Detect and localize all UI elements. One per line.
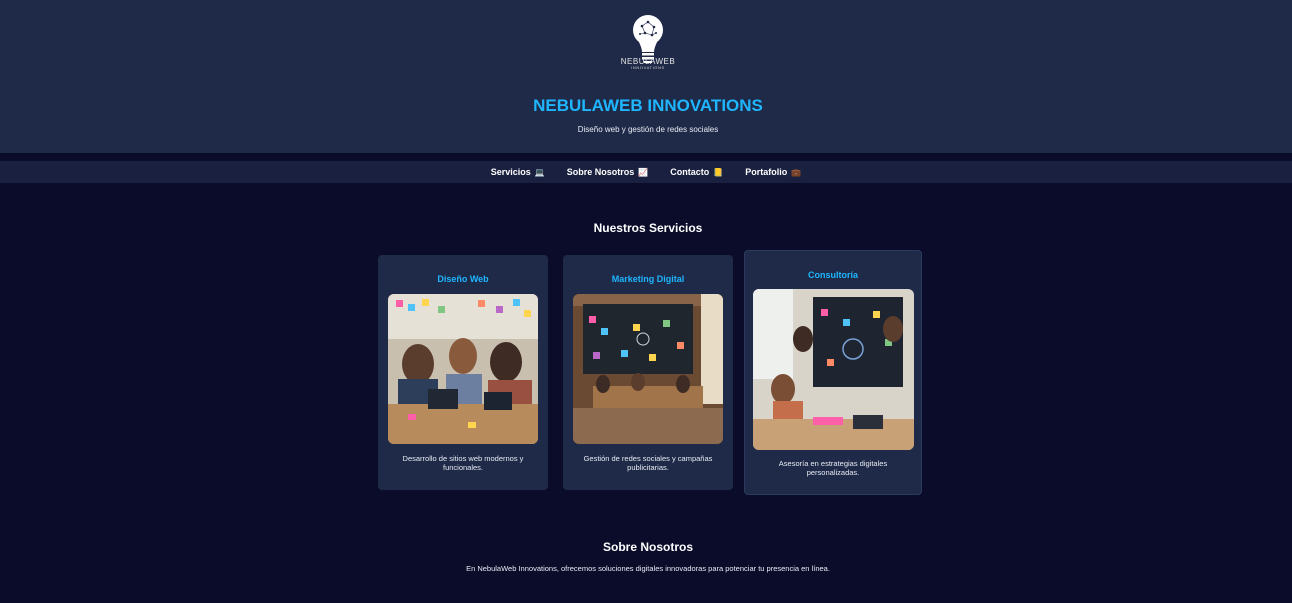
site-subtitle: Diseño web y gestión de redes sociales: [577, 125, 719, 134]
notebook-icon: 📒: [713, 167, 724, 177]
nav-label: Contacto: [670, 167, 710, 177]
logo-subtext: INNOVATIONS: [631, 65, 665, 70]
briefcase-icon: 💼: [791, 167, 802, 177]
service-card-diseno-web[interactable]: Diseño Web Desarrollo de sitios web mode…: [378, 255, 548, 490]
nav-label: Portafolio: [745, 167, 788, 177]
nav-item-contacto[interactable]: Contacto 📒: [670, 167, 723, 177]
nav-item-sobre-nosotros[interactable]: Sobre Nosotros 📈: [567, 167, 648, 177]
service-card-marketing-digital[interactable]: Marketing Digital Gestión de redes socia…: [563, 255, 733, 490]
marketing-photo-image: [573, 294, 723, 444]
card-description: Desarrollo de sitios web modernos y func…: [402, 454, 524, 472]
card-title: Diseño Web: [437, 274, 489, 284]
team-photo-image: [388, 294, 538, 444]
nav-label: Sobre Nosotros: [566, 167, 635, 177]
card-title: Consultoría: [807, 270, 858, 280]
main-nav: Servicios 💻 Sobre Nosotros 📈 Contacto 📒 …: [0, 161, 1292, 183]
site-title: NEBULAWEB INNOVATIONS: [533, 96, 763, 115]
nav-label: Servicios: [490, 167, 531, 177]
nav-item-servicios[interactable]: Servicios 💻: [491, 167, 545, 177]
chart-icon: 📈: [638, 167, 649, 177]
laptop-icon: 💻: [534, 167, 545, 177]
services-title: Nuestros Servicios: [593, 221, 703, 235]
service-card-consultoria[interactable]: Consultoría Asesoría en estrategias digi…: [744, 250, 922, 495]
site-header: NEBULAWEB INNOVATIONS NEBULAWEB INNOVATI…: [0, 0, 1292, 153]
consulting-photo-image: [753, 289, 914, 450]
card-title: Marketing Digital: [611, 274, 685, 284]
card-description: Asesoría en estrategias digitales person…: [778, 459, 888, 477]
nav-item-portafolio[interactable]: Portafolio 💼: [745, 167, 801, 177]
card-description: Gestión de redes sociales y campañas pub…: [583, 454, 713, 472]
about-text: En NebulaWeb Innovations, ofrecemos solu…: [466, 564, 830, 573]
about-title: Sobre Nosotros: [602, 540, 693, 554]
